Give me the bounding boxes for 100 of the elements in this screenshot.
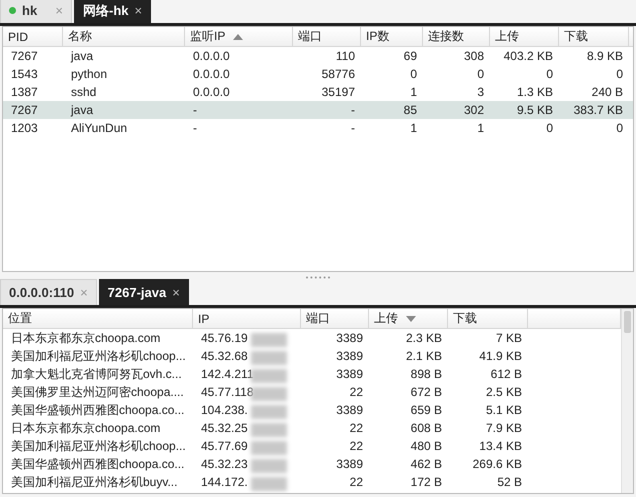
table-cell-text: 美国加利福尼亚州洛杉矶choop... [10, 438, 187, 454]
table-cell-text: 898 B [410, 367, 443, 381]
table-cell-text: 3389 [335, 367, 364, 381]
table-cell-text: - [350, 121, 356, 135]
tab[interactable]: 网络-hk × [74, 0, 152, 23]
tab[interactable]: hk × [0, 0, 72, 23]
table-cell-text: 240 B [590, 85, 624, 99]
table-cell-text: 0.0.0.0 [192, 49, 231, 63]
table-cell-text: 日本东京都东京choopa.com [10, 420, 162, 436]
table-cell-text: 8.9 KB [586, 49, 624, 63]
close-icon[interactable]: × [134, 3, 142, 18]
table-cell-text: 3389 [335, 457, 364, 471]
table-cell-text: 22 [348, 421, 364, 435]
column-header[interactable]: 监听IP [185, 27, 293, 46]
table-cell-text: 1.3 KB [516, 85, 554, 99]
table-cell-text: 3389 [335, 331, 364, 345]
table-cell-text: 美国华盛顿州西雅图choopa.co... [10, 402, 186, 418]
blurred-redaction [251, 423, 287, 437]
column-header[interactable]: 下载 [559, 27, 629, 46]
blurred-redaction [251, 459, 287, 473]
tab[interactable]: 7267-java × [98, 279, 189, 305]
table-cell-text: java [70, 49, 94, 63]
table-cell-text: 22 [348, 385, 364, 399]
blurred-redaction [251, 369, 287, 383]
table-cell-text: 美国佛罗里达州迈阿密choopa.... [10, 384, 185, 400]
column-header[interactable]: 下载 [448, 309, 528, 328]
table-cell-text: 3 [476, 85, 485, 99]
table-cell-text: 52 B [496, 475, 523, 489]
table-cell-text: 85 [402, 103, 418, 117]
table-cell-text: - [192, 103, 198, 117]
column-header[interactable]: IP数 [361, 27, 423, 46]
column-title: 端口 [306, 310, 330, 327]
table-cell-text: - [350, 103, 356, 117]
scrollbar[interactable] [621, 309, 633, 493]
table-cell-text: 2.3 KB [404, 331, 443, 345]
table-cell-text: 41.9 KB [478, 349, 523, 363]
table-cell-text: 5.1 KB [484, 403, 523, 417]
table-cell-text: AliYunDun [70, 121, 128, 135]
table-cell-text: 7.9 KB [484, 421, 523, 435]
table-cell-text: 302 [462, 103, 485, 117]
table-cell-text: 35197 [320, 85, 356, 99]
column-header[interactable]: 连接数 [423, 27, 490, 46]
table-cell-text: 美国加利福尼亚州洛杉矶choop... [10, 348, 187, 364]
column-header[interactable]: 上传 [369, 309, 448, 328]
table-cell-text: 480 B [410, 439, 443, 453]
table-cell-text: 日本东京都东京choopa.com [10, 330, 162, 346]
table-cell-text: 7267 [10, 103, 39, 117]
blurred-redaction [251, 477, 287, 491]
table-cell-text: 659 B [410, 403, 443, 417]
selected-table-row[interactable]: 7267 java - - 85 302 9.5 KB 383.7 KB [3, 101, 633, 119]
column-title: 位置 [8, 310, 32, 327]
table-cell-text: python [70, 67, 108, 81]
table-cell-text: java [70, 103, 94, 117]
column-title: 名称 [68, 28, 92, 45]
table-cell-text: 0 [476, 67, 485, 81]
blurred-redaction [251, 333, 287, 347]
column-header[interactable]: 位置 [3, 309, 193, 328]
splitter-grip-icon[interactable] [305, 276, 331, 278]
table-cell-text: 3389 [335, 403, 364, 417]
table-cell-text: 0 [615, 121, 624, 135]
column-header[interactable]: 端口 [301, 309, 369, 328]
table-cell-text: 美国华盛顿州西雅图choopa.co... [10, 456, 186, 472]
table-cell-text: 22 [348, 475, 364, 489]
tab-label: 0.0.0.0:110 [9, 285, 74, 300]
table-cell-text: - [192, 121, 198, 135]
tab-label: 7267-java [108, 285, 166, 300]
table-cell-text: 612 B [490, 367, 523, 381]
column-title: 上传 [374, 310, 398, 327]
column-header[interactable]: PID [3, 27, 63, 46]
column-header[interactable]: 名称 [63, 27, 185, 46]
tab-label: 网络-hk [83, 2, 128, 20]
table-cell-text: 269.6 KB [472, 457, 523, 471]
table-cell: 104.238. [193, 403, 301, 417]
table-cell-text: 美国加利福尼亚州洛杉矶buyv... [10, 474, 178, 490]
column-header[interactable]: IP [193, 309, 301, 328]
column-header[interactable]: 上传 [490, 27, 559, 46]
table-cell-text: 2.5 KB [484, 385, 523, 399]
table-cell-text: 58776 [320, 67, 356, 81]
table-cell: 144.172. [193, 475, 301, 489]
table-cell: 45.32.23 [193, 457, 301, 471]
table-cell-text: 0.0.0.0 [192, 85, 231, 99]
table-cell-text: 1387 [10, 85, 39, 99]
table-cell-text: 69 [402, 49, 418, 63]
blurred-redaction [251, 405, 287, 419]
blurred-redaction [251, 387, 287, 401]
close-icon[interactable]: × [172, 285, 180, 300]
table-cell: 45.77.118 [193, 385, 301, 399]
table-cell-text: 1203 [10, 121, 39, 135]
table-cell-text: 383.7 KB [572, 103, 624, 117]
column-header[interactable]: 端口 [293, 27, 361, 46]
column-title: 连接数 [428, 28, 464, 45]
table-cell-text: 1543 [10, 67, 39, 81]
table-cell-text: 462 B [410, 457, 443, 471]
table-cell-text: 9.5 KB [516, 103, 554, 117]
table-cell: 45.77.69 [193, 439, 301, 453]
table-cell-text: 13.4 KB [478, 439, 523, 453]
tab[interactable]: 0.0.0.0:110 × [0, 279, 97, 305]
blurred-redaction [251, 351, 287, 365]
table-cell: 45.32.25 [193, 421, 301, 435]
table-cell-text: 加拿大魁北克省博阿努瓦ovh.c... [10, 366, 183, 382]
